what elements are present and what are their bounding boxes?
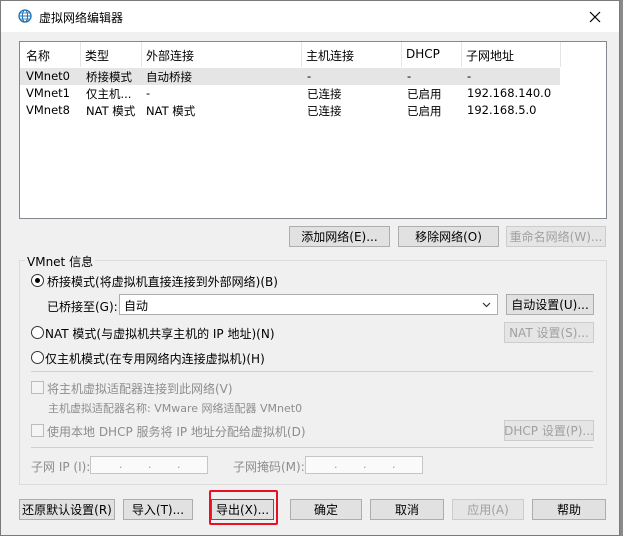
cell-name: VMnet8	[26, 103, 70, 117]
add-network-button[interactable]: 添加网络(E)...	[289, 226, 390, 247]
subnet-ip-label: 子网 IP (I):	[31, 460, 91, 474]
nat-mode-radio[interactable]	[31, 326, 44, 339]
dhcp-checkbox[interactable]	[31, 424, 44, 437]
close-button[interactable]	[573, 1, 617, 32]
cell-subnet: 192.168.5.0	[467, 103, 537, 117]
cell-external: NAT 模式	[146, 104, 196, 118]
bridged-mode-label[interactable]: 桥接模式(将虚拟机直接连接到外部网络)(B)	[47, 273, 278, 290]
cell-dhcp: -	[407, 69, 412, 83]
remove-network-button[interactable]: 移除网络(O)	[398, 226, 499, 247]
host-only-label[interactable]: 仅主机模式(在专用网络内连接虚拟机)(H)	[45, 350, 265, 367]
cell-host: 已连接	[307, 104, 342, 118]
column-header-subnet[interactable]: 子网地址	[466, 47, 514, 64]
cell-type: NAT 模式	[86, 104, 136, 118]
column-header-external[interactable]: 外部连接	[146, 47, 194, 64]
chevron-down-icon	[482, 302, 491, 308]
cell-dhcp: 已启用	[407, 104, 442, 118]
cell-host: 已连接	[307, 87, 342, 101]
cell-type: 桥接模式	[86, 70, 132, 84]
ok-button[interactable]: 确定	[290, 499, 362, 520]
apply-button[interactable]: 应用(A)	[452, 499, 524, 520]
cell-name: VMnet0	[26, 69, 70, 83]
table-row[interactable]: VMnet0 桥接模式 自动桥接 - - -	[20, 68, 560, 85]
column-header-type[interactable]: 类型	[85, 47, 109, 64]
cell-subnet: -	[467, 69, 472, 83]
export-highlight-annotation	[209, 490, 278, 525]
connect-adapter-checkbox[interactable]	[31, 381, 44, 394]
connect-adapter-label[interactable]: 将主机虚拟适配器连接到此网络(V)	[47, 380, 233, 397]
title-bar: 虚拟网络编辑器	[1, 1, 619, 32]
globe-icon	[18, 9, 32, 23]
dhcp-settings-button[interactable]: DHCP 设置(P)...	[504, 420, 594, 441]
column-header-dhcp[interactable]: DHCP	[406, 47, 440, 61]
nat-mode-label[interactable]: NAT 模式(与虚拟机共享主机的 IP 地址)(N)	[45, 325, 275, 342]
column-header-name[interactable]: 名称	[26, 47, 50, 64]
vmnet-info-label: VMnet 信息	[25, 253, 96, 270]
cell-external: -	[146, 86, 151, 100]
network-list[interactable]: 名称 类型 外部连接 主机连接 DHCP 子网地址 VMnet0 桥接模式 自动…	[19, 41, 607, 219]
host-only-radio[interactable]	[31, 351, 44, 364]
cell-name: VMnet1	[26, 86, 70, 100]
cancel-button[interactable]: 取消	[370, 499, 444, 520]
cell-subnet: 192.168.140.0	[467, 86, 552, 100]
auto-settings-button[interactable]: 自动设置(U)...	[506, 294, 594, 315]
nat-settings-button[interactable]: NAT 设置(S)...	[504, 322, 594, 343]
help-button[interactable]: 帮助	[532, 499, 606, 520]
column-header-host[interactable]: 主机连接	[306, 47, 354, 64]
cell-type: 仅主机...	[86, 87, 132, 101]
virtual-network-editor-dialog: 虚拟网络编辑器 名称 类型 外部连接 主机连接 DHCP 子网地址 VMnet0…	[0, 0, 620, 536]
dhcp-label[interactable]: 使用本地 DHCP 服务将 IP 地址分配给虚拟机(D)	[47, 423, 306, 440]
close-icon	[589, 11, 601, 22]
table-row[interactable]: VMnet1 仅主机... - 已连接 已启用 192.168.140.0	[20, 85, 560, 102]
divider	[31, 371, 593, 372]
cell-host: -	[307, 69, 312, 83]
import-button[interactable]: 导入(T)...	[123, 499, 193, 520]
rename-network-button[interactable]: 重命名网络(W)...	[506, 226, 606, 247]
subnet-mask-label: 子网掩码(M):	[233, 460, 305, 474]
bridged-mode-radio[interactable]	[31, 274, 44, 287]
cell-external: 自动桥接	[146, 70, 192, 84]
bridged-to-select[interactable]: 自动	[119, 294, 498, 315]
subnet-mask-input[interactable]: . . .	[305, 456, 423, 474]
window-title: 虚拟网络编辑器	[39, 11, 124, 25]
bridged-to-label: 已桥接至(G):	[47, 300, 118, 314]
table-row[interactable]: VMnet8 NAT 模式 NAT 模式 已连接 已启用 192.168.5.0	[20, 102, 560, 119]
cell-dhcp: 已启用	[407, 87, 442, 101]
adapter-name-label: 主机虚拟适配器名称: VMware 网络适配器 VMnet0	[48, 402, 303, 415]
subnet-ip-input[interactable]: . . .	[90, 456, 208, 474]
divider	[31, 447, 593, 448]
restore-defaults-button[interactable]: 还原默认设置(R)	[19, 499, 115, 520]
list-header: 名称 类型 外部连接 主机连接 DHCP 子网地址	[20, 42, 606, 67]
bridged-to-value: 自动	[124, 299, 149, 313]
